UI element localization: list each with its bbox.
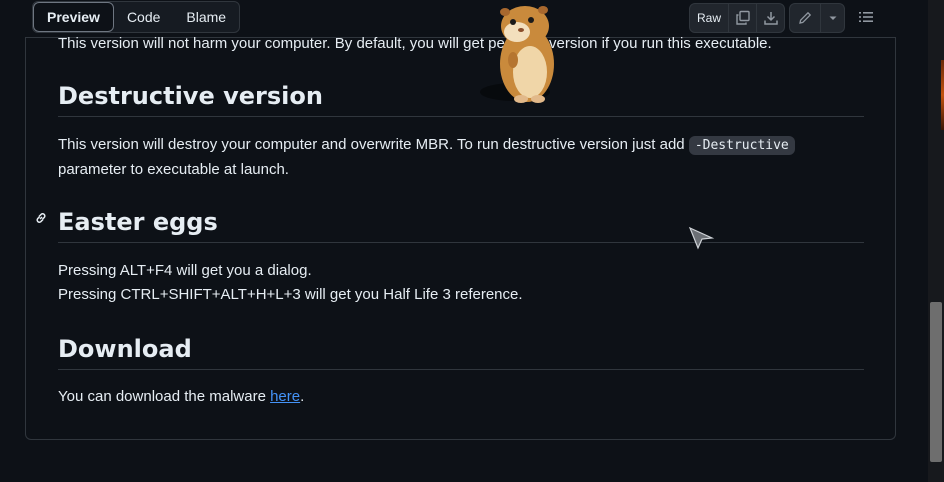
download-text-end: . xyxy=(300,388,305,405)
view-mode-switcher: Preview Code Blame xyxy=(32,1,241,33)
destructive-code: -Destructive xyxy=(688,136,795,155)
download-paragraph: You can download the malware here. xyxy=(58,385,864,409)
intro-paragraph: This version will not harm your computer… xyxy=(58,35,772,52)
download-link[interactable]: here xyxy=(270,388,300,405)
chevron-down-icon xyxy=(829,16,836,20)
easter-egg-line: Pressing CTRL+SHIFT+ALT+H+L+3 will get y… xyxy=(58,286,523,303)
raw-button[interactable]: Raw xyxy=(690,4,728,32)
outline-button[interactable] xyxy=(852,3,880,31)
tab-blame[interactable]: Blame xyxy=(173,2,239,32)
pencil-icon xyxy=(799,11,812,24)
destructive-text: This version will destroy your computer … xyxy=(58,136,689,153)
list-icon xyxy=(859,12,873,22)
destructive-paragraph: This version will destroy your computer … xyxy=(58,133,864,182)
download-icon xyxy=(763,12,778,25)
edit-dropdown-button[interactable] xyxy=(820,4,844,32)
hamster-image xyxy=(480,6,554,103)
arrow-cursor-icon xyxy=(688,226,715,250)
download-text: You can download the malware xyxy=(58,388,271,405)
link-icon xyxy=(36,213,46,223)
tab-preview[interactable]: Preview xyxy=(33,2,114,32)
copy-icon xyxy=(735,10,750,25)
edit-button[interactable] xyxy=(790,4,820,32)
easter-egg-line: Pressing ALT+F4 will get you a dialog. xyxy=(58,262,312,279)
scrollbar-thumb[interactable] xyxy=(930,302,942,462)
raw-copy-download-group: Raw xyxy=(689,3,785,33)
heading-easter-eggs: Easter eggs xyxy=(58,208,864,243)
easter-eggs-paragraph: Pressing ALT+F4 will get you a dialog. P… xyxy=(58,259,864,307)
copy-button[interactable] xyxy=(728,4,756,32)
edit-group xyxy=(789,3,845,33)
heading-download: Download xyxy=(58,335,864,370)
download-button[interactable] xyxy=(756,4,784,32)
destructive-text-end: parameter to executable at launch. xyxy=(58,161,289,178)
tab-code[interactable]: Code xyxy=(114,2,173,32)
heading-destructive-version: Destructive version xyxy=(58,82,864,117)
heading-anchor-link[interactable] xyxy=(33,210,49,231)
